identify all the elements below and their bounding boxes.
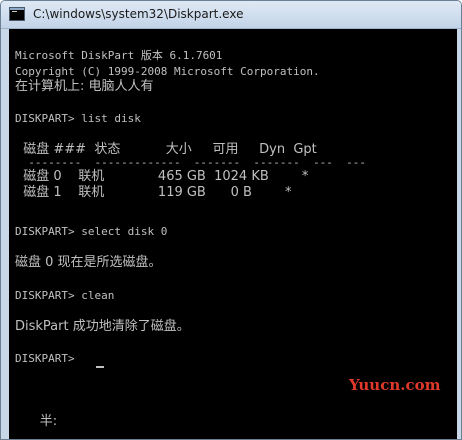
title-bar[interactable]: C:\windows\system32\Diskpart.exe [1, 1, 461, 29]
text-cursor [96, 366, 104, 368]
disk-table-row: 磁盘 0 联机 465 GB 1024 KB * [15, 169, 309, 184]
window-title: C:\windows\system32\Diskpart.exe [33, 7, 244, 21]
console-line-selected-message: 磁盘 0 现在是所选磁盘。 [15, 255, 162, 270]
console-prompt[interactable]: DISKPART> [15, 352, 81, 366]
console-line-command-list-disk: DISKPART> list disk [15, 112, 141, 125]
window-right-border [457, 29, 461, 439]
console-output[interactable]: Microsoft DiskPart 版本 6.1.7601 Copyright… [9, 29, 459, 439]
console-line-copyright: Copyright (C) 1999-2008 Microsoft Corpor… [15, 65, 320, 78]
disk-table-divider: -------- ------------- ------- ------- -… [15, 156, 366, 169]
disk-table-header: 磁盘 ### 状态 大小 可用 Dyn Gpt [15, 142, 317, 157]
console-line-command-clean: DISKPART> clean [15, 289, 115, 302]
watermark: Yuucn.com [349, 376, 441, 394]
console-window: C:\windows\system32\Diskpart.exe Microso… [0, 0, 462, 440]
console-line-clean-result: DiskPart 成功地清除了磁盘。 [15, 319, 190, 334]
console-ime-indicator: 半: [15, 414, 58, 429]
console-line-version: Microsoft DiskPart 版本 6.1.7601 [15, 49, 223, 62]
console-window-icon [9, 7, 25, 21]
disk-table-row: 磁盘 1 联机 119 GB 0 B * [15, 185, 292, 200]
console-line-computer: 在计算机上: 电脑人人有 [15, 79, 154, 94]
console-line-command-select-disk: DISKPART> select disk 0 [15, 225, 168, 238]
